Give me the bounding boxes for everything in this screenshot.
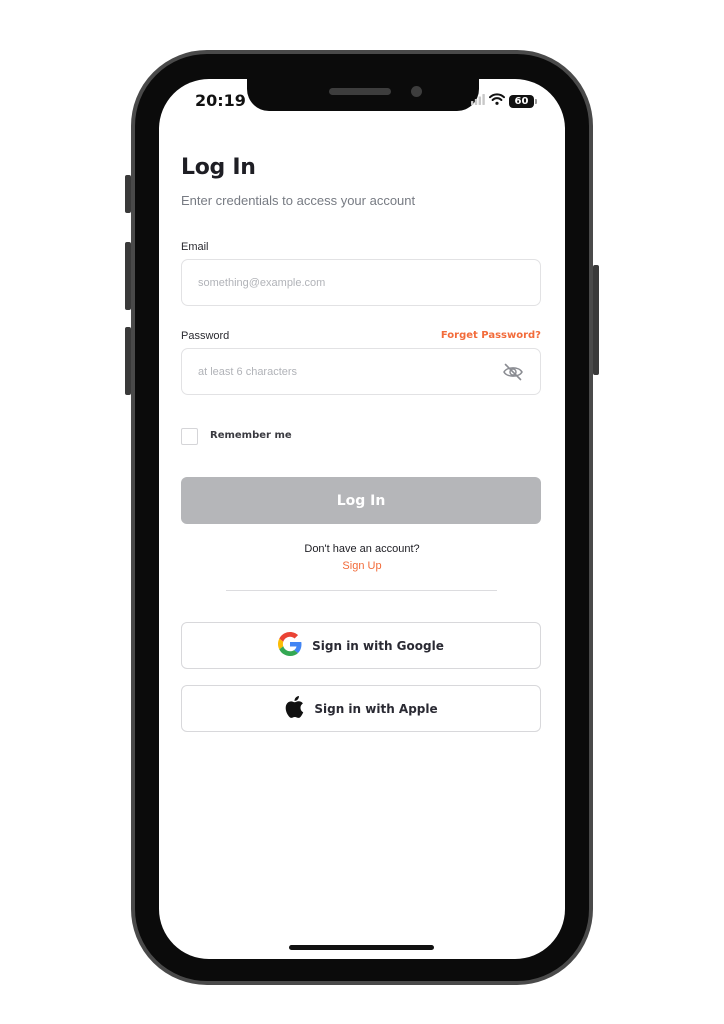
forgot-password-link[interactable]: Forget Password?: [441, 330, 541, 341]
status-time: 20:19: [195, 91, 246, 110]
signup-link-label[interactable]: Sign Up: [342, 560, 381, 572]
remember-me-checkbox[interactable]: [181, 428, 198, 445]
page-title: Log In: [181, 155, 256, 180]
divider: [226, 590, 497, 591]
signup-link[interactable]: Sign Up: [159, 560, 565, 572]
google-signin-label: Sign in with Google: [312, 638, 444, 653]
stage: 20:19 60 Log In Enter credentials to acc…: [0, 0, 724, 1024]
google-signin-button[interactable]: Sign in with Google: [181, 622, 541, 669]
eye-off-icon[interactable]: [502, 361, 524, 383]
email-label: Email: [181, 241, 209, 253]
apple-signin-label: Sign in with Apple: [314, 701, 438, 716]
home-indicator: [289, 945, 434, 950]
signal-icon: [471, 92, 485, 110]
wifi-icon: [489, 92, 505, 110]
status-icons: 60: [471, 92, 537, 110]
password-field[interactable]: [181, 348, 541, 395]
apple-logo-icon: [284, 695, 304, 722]
apple-signin-button[interactable]: Sign in with Apple: [181, 685, 541, 732]
page-subtitle: Enter credentials to access your account: [181, 193, 416, 208]
battery-indicator: 60: [509, 94, 537, 108]
password-label: Password: [181, 330, 230, 342]
remember-me-label[interactable]: Remember me: [210, 430, 292, 441]
speaker-grille: [329, 88, 391, 95]
email-field[interactable]: [181, 259, 541, 306]
power-button: [593, 265, 599, 375]
phone-screen: 20:19 60 Log In Enter credentials to acc…: [159, 79, 565, 959]
front-camera: [411, 86, 422, 97]
google-logo-icon: [278, 632, 302, 659]
notch: [247, 79, 479, 111]
signup-prompt-text: Don't have an account?: [304, 543, 420, 555]
login-button[interactable]: Log In: [181, 477, 541, 524]
